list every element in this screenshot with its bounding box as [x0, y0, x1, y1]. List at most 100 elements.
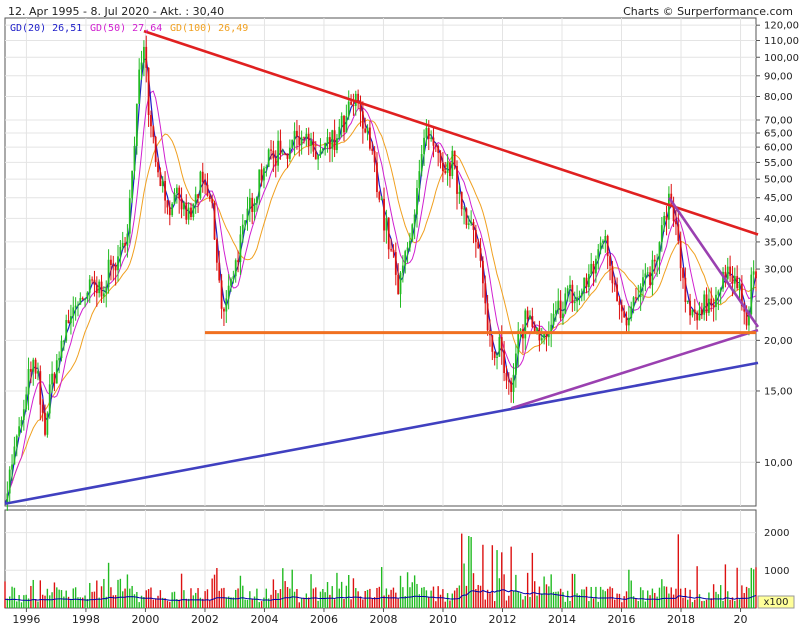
volume-unit-label: x100 — [763, 597, 788, 608]
price-candle-body — [639, 286, 642, 297]
price-candle-body — [157, 161, 159, 173]
x-tick-label: 2016 — [608, 613, 636, 626]
price-candle-body — [284, 153, 287, 155]
price-candle-body — [524, 310, 527, 339]
price-candle-body — [385, 217, 388, 231]
price-candle-body — [717, 291, 720, 295]
price-candle-body — [321, 148, 324, 151]
price-candle-body — [314, 151, 317, 160]
price-candle-body — [213, 203, 216, 240]
price-candle-body — [712, 304, 715, 307]
price-candle-body — [691, 309, 694, 316]
price-candle-body — [689, 300, 691, 316]
price-candle-body — [519, 329, 522, 331]
price-candle-body — [300, 137, 303, 145]
price-candle-body — [135, 103, 138, 146]
price-candle-body — [317, 154, 320, 160]
price-candle-body — [376, 162, 378, 193]
price-candle-body — [755, 271, 757, 279]
price-candle-body — [8, 469, 11, 494]
price-candle-body — [270, 149, 272, 151]
price-candle-body — [22, 409, 25, 420]
price-candle-body — [110, 259, 112, 266]
price-candle-body — [324, 142, 327, 149]
legend-gd20: GD(20) 26,51 — [10, 23, 82, 34]
price-candle-body — [364, 128, 367, 133]
price-candle-body — [328, 137, 331, 149]
price-candle-body — [220, 280, 223, 309]
price-candle-body — [185, 202, 188, 220]
price-candle-body — [336, 138, 338, 151]
price-candle-body — [312, 140, 315, 152]
price-candle-body — [590, 263, 593, 275]
price-candle-body — [627, 317, 630, 326]
price-candle-body — [416, 188, 418, 215]
price-candle-body — [241, 224, 244, 235]
price-candle-body — [352, 104, 355, 106]
price-candle-body — [505, 373, 508, 381]
price-candle-body — [29, 369, 32, 372]
price-candle-body — [682, 268, 684, 278]
price-candle-body — [27, 369, 30, 395]
price-candle-body — [326, 137, 329, 143]
price-candle-body — [112, 265, 115, 267]
legend-gd100: GD(100) 26,49 — [170, 23, 248, 34]
price-candle-body — [256, 196, 258, 203]
price-candle-body — [20, 419, 23, 427]
price-candle-body — [444, 171, 447, 173]
price-candle-body — [333, 130, 336, 151]
price-candle-body — [446, 162, 449, 173]
price-candle-body — [258, 169, 261, 197]
price-candle-body — [296, 130, 298, 137]
price-candle-body — [77, 304, 79, 306]
price-candle-body — [58, 358, 61, 361]
price-candle-body — [585, 277, 588, 288]
price-candle-body — [736, 276, 739, 289]
price-candle-body — [6, 493, 9, 504]
price-candle-body — [55, 360, 58, 384]
price-candle-body — [693, 309, 696, 313]
price-candle-body — [399, 272, 402, 295]
price-candle-body — [124, 242, 126, 246]
price-candle-body — [152, 126, 155, 137]
price-candle-body — [698, 309, 701, 321]
x-tick-label: 2012 — [488, 613, 516, 626]
price-candle-body — [373, 150, 376, 163]
price-candle-body — [663, 215, 666, 226]
volume-tick-label: 1000 — [764, 566, 789, 577]
stock-chart: 120,00 110,00 100,00 90,00 80,00 70,00 65,00 60… — [4, 17, 799, 626]
price-candle-body — [44, 412, 46, 435]
price-candle-body — [700, 309, 703, 315]
price-candle-body — [514, 353, 517, 375]
price-candle-body — [211, 199, 214, 204]
price-candle-body — [119, 246, 122, 257]
price-candle-body — [260, 169, 263, 181]
price-candle-body — [350, 101, 352, 105]
price-candle-body — [98, 281, 101, 294]
price-candle-body — [288, 147, 291, 159]
price-candle-body — [293, 130, 296, 140]
price-candle-body — [102, 293, 105, 297]
y-tick-label: 80,00 — [764, 92, 793, 103]
price-candle-body — [244, 220, 247, 225]
price-candle-body — [347, 101, 350, 117]
price-candle-body — [453, 150, 456, 166]
price-candle-body — [474, 229, 477, 243]
price-candle-body — [611, 265, 614, 284]
price-candle-body — [274, 158, 277, 166]
price-candle-body — [173, 193, 176, 204]
y-tick-label: 55,00 — [764, 158, 793, 169]
price-candle-body — [183, 202, 185, 210]
price-candle-body — [592, 263, 595, 274]
price-candle-body — [286, 153, 289, 159]
price-candle-body — [625, 317, 628, 326]
price-candle-body — [175, 187, 178, 194]
price-candle-body — [618, 301, 621, 306]
price-candle-body — [86, 292, 89, 299]
price-candle-body — [150, 115, 152, 127]
price-candle-body — [434, 145, 437, 147]
y-tick-label: 120,00 — [764, 21, 799, 32]
price-candle-body — [246, 208, 249, 221]
price-candle-body — [496, 356, 498, 358]
price-candle-body — [159, 172, 162, 186]
